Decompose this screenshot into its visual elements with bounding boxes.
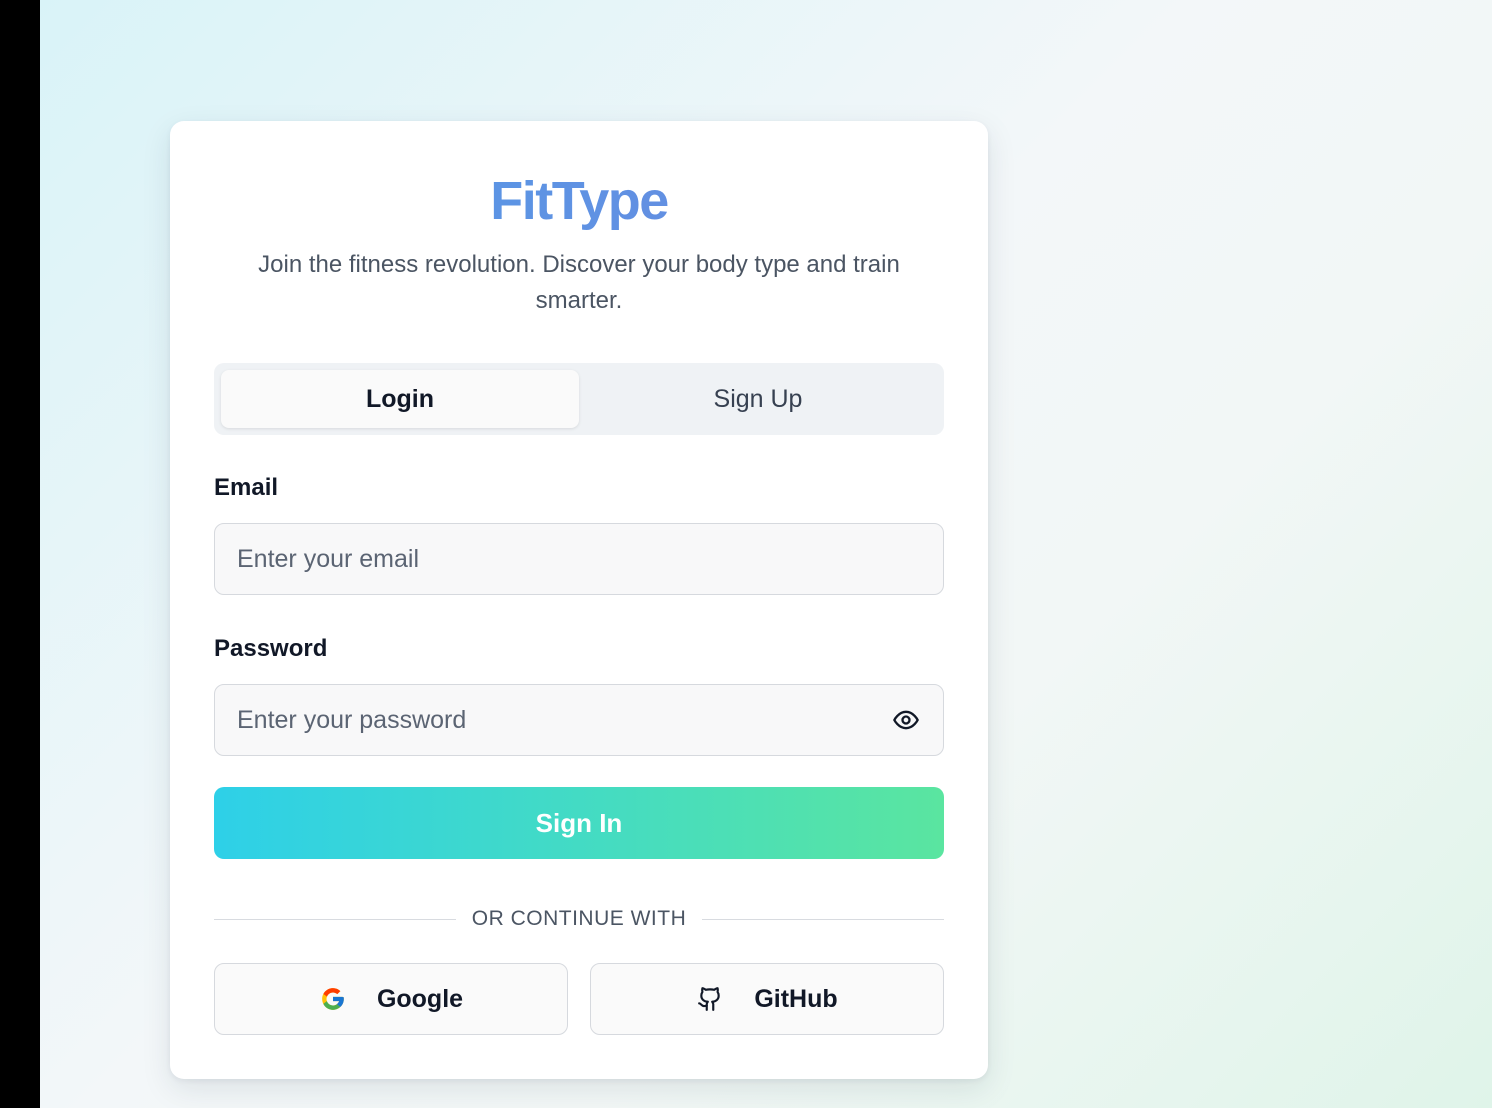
github-button-label: GitHub: [754, 984, 838, 1013]
eye-icon[interactable]: [891, 705, 921, 735]
tab-login[interactable]: Login: [221, 370, 579, 428]
email-field-wrapper: [214, 523, 944, 595]
google-button-label: Google: [376, 984, 464, 1013]
tab-sign-up[interactable]: Sign Up: [579, 370, 937, 428]
auth-tabs: Login Sign Up: [214, 363, 944, 435]
google-button[interactable]: Google: [214, 963, 568, 1035]
github-icon: [696, 985, 724, 1013]
email-field[interactable]: [237, 544, 921, 574]
password-field[interactable]: [237, 705, 891, 735]
google-icon: [319, 985, 347, 1013]
login-card: FitType Join the fitness revolution. Dis…: [170, 121, 988, 1079]
tagline: Join the fitness revolution. Discover yo…: [258, 251, 900, 314]
sign-in-button[interactable]: Sign In: [214, 787, 944, 859]
github-button[interactable]: GitHub: [590, 963, 944, 1035]
password-label: Password: [214, 635, 328, 662]
divider-line-right: [702, 918, 945, 920]
divider-line-left: [214, 918, 456, 920]
password-field-wrapper: [214, 684, 944, 756]
brand-logo: FitType: [170, 169, 988, 233]
divider: OR CONTINUE WITH: [214, 905, 945, 933]
divider-text: OR CONTINUE WITH: [471, 907, 687, 930]
email-label: Email: [214, 474, 279, 501]
